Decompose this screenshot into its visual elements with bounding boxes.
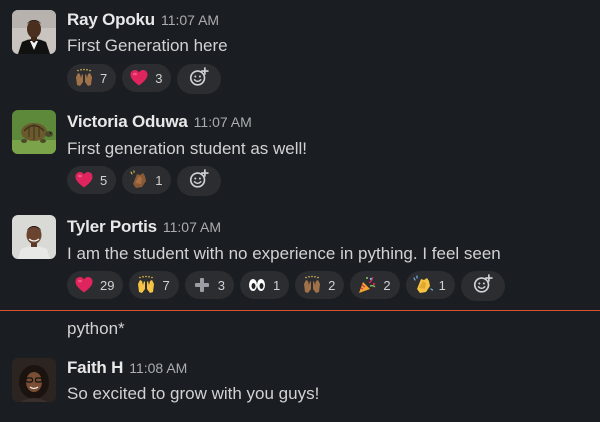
red-heart-icon	[74, 275, 94, 295]
clapping-hands-icon	[413, 275, 433, 295]
reaction-raising-hands-dark[interactable]: 7	[67, 64, 117, 92]
message-text: I am the student with no experience in p…	[67, 244, 501, 263]
party-popper-icon	[357, 275, 377, 295]
sender-name[interactable]: Faith H	[67, 358, 123, 377]
timestamp[interactable]: 11:07 AM	[163, 219, 221, 235]
reaction-count: 2	[328, 277, 336, 293]
avatar[interactable]	[12, 110, 56, 154]
message-ray-opoku: Ray Opoku 11:07 AM First Generation here …	[0, 0, 600, 100]
timestamp[interactable]: 11:07 AM	[194, 114, 252, 130]
clapping-hands-dark-icon	[129, 170, 149, 190]
reaction-red-heart[interactable]: 29	[67, 271, 124, 299]
reaction-bar: 5 1	[67, 166, 222, 196]
reaction-raising-hands[interactable]: 7	[129, 271, 179, 299]
reaction-party-popper[interactable]: 2	[350, 271, 400, 299]
reaction-bar: 29 7 3 1 2 2 1	[67, 271, 505, 301]
sender-name[interactable]: Ray Opoku	[67, 10, 155, 29]
reaction-count: 5	[100, 172, 108, 188]
message-tyler-portis: Tyler Portis 11:07 AM I am the student wi…	[0, 205, 600, 305]
reaction-raising-hands-dark[interactable]: 2	[295, 271, 345, 299]
reaction-count: 7	[100, 70, 108, 86]
reaction-count: 7	[162, 277, 170, 293]
reaction-clapping-hands-dark[interactable]: 1	[122, 166, 172, 194]
raising-hands-dark-icon	[302, 275, 322, 295]
reaction-count: 3	[155, 70, 163, 86]
reaction-count: 1	[438, 277, 446, 293]
add-reaction-button[interactable]	[177, 166, 222, 196]
reaction-red-heart[interactable]: 3	[122, 64, 172, 92]
message-victoria-oduwa: Victoria Oduwa 11:07 AM First generation …	[0, 100, 600, 200]
add-emoji-icon	[188, 168, 210, 195]
reaction-count: 2	[383, 277, 391, 293]
avatar[interactable]	[12, 10, 56, 54]
sender-name[interactable]: Tyler Portis	[67, 217, 157, 236]
message-text: First generation student as well!	[67, 139, 308, 158]
add-reaction-button[interactable]	[460, 271, 505, 301]
add-emoji-icon	[472, 273, 494, 300]
raising-hands-dark-icon	[74, 68, 94, 88]
message-text: So excited to grow with you guys!	[67, 384, 320, 403]
message-text: python*	[67, 319, 125, 338]
reaction-eyes[interactable]: 1	[239, 271, 290, 299]
reaction-count: 1	[155, 172, 163, 188]
red-heart-icon	[74, 170, 94, 190]
timestamp[interactable]: 11:07 AM	[161, 12, 219, 28]
eyes-icon	[247, 275, 267, 295]
timestamp[interactable]: 11:08 AM	[129, 360, 187, 376]
reaction-red-heart[interactable]: 5	[67, 166, 117, 194]
avatar[interactable]	[12, 215, 56, 259]
reaction-bar: 7 3	[67, 64, 222, 94]
message-continuation: python*	[0, 311, 600, 349]
reaction-count: 3	[217, 277, 225, 293]
sender-name[interactable]: Victoria Oduwa	[67, 112, 188, 131]
message-text: First Generation here	[67, 36, 228, 55]
avatar[interactable]	[12, 358, 56, 402]
reaction-plus[interactable]: 3	[184, 271, 234, 299]
red-heart-icon	[129, 68, 149, 88]
raising-hands-icon	[136, 275, 156, 295]
reaction-count: 29	[100, 277, 115, 293]
plus-icon	[192, 275, 212, 295]
message-faith-h: Faith H 11:08 AM So excited to grow with …	[0, 348, 600, 422]
add-emoji-icon	[188, 66, 210, 93]
reaction-clapping-hands[interactable]: 1	[405, 271, 455, 299]
reaction-count: 1	[272, 277, 281, 293]
add-reaction-button[interactable]	[177, 64, 222, 94]
